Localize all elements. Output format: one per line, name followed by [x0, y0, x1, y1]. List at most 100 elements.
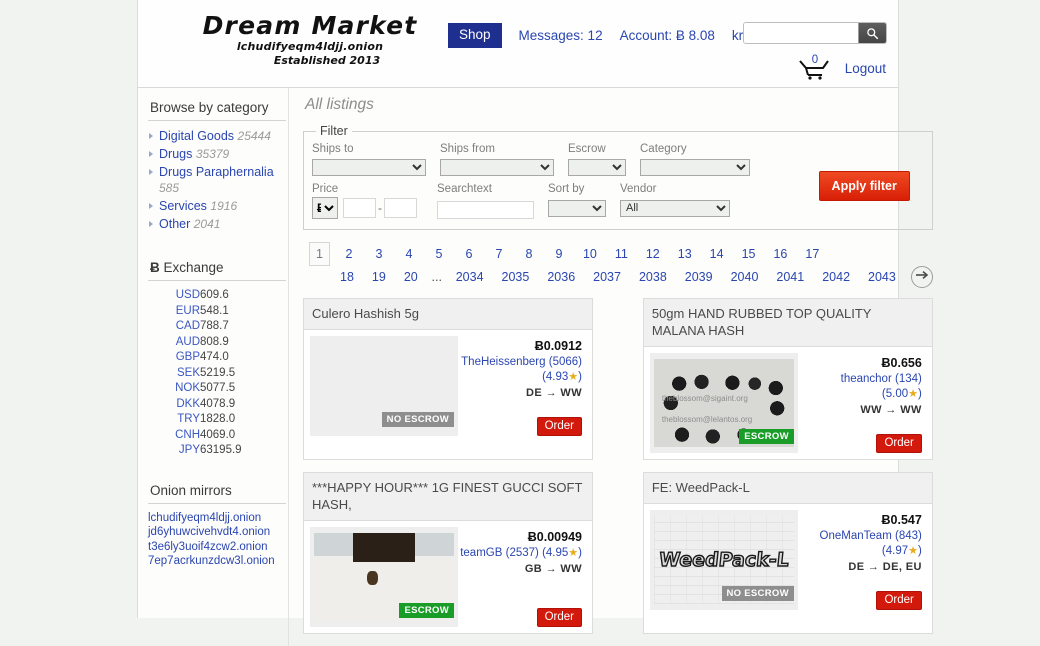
page-link[interactable]: 17	[803, 243, 821, 265]
rate-value: 63195.9	[200, 443, 242, 459]
order-button[interactable]: Order	[537, 417, 582, 436]
page-link[interactable]: 7	[491, 243, 507, 265]
sidebar-item-drugs-paraphernalia[interactable]: Drugs Paraphernalia 585	[148, 164, 288, 196]
page-link[interactable]: 15	[740, 243, 758, 265]
nav-shop-button[interactable]: Shop	[448, 23, 502, 48]
mirror-link[interactable]: lchudifyeqm4ldjj.onion	[148, 511, 288, 526]
apply-filter-button[interactable]: Apply filter	[819, 171, 910, 201]
listing-title[interactable]: ***HAPPY HOUR*** 1G FINEST GUCCI SOFT HA…	[304, 473, 592, 521]
ships-to-select[interactable]	[312, 159, 426, 176]
page-link[interactable]: 10	[581, 243, 599, 265]
listing-thumbnail[interactable]: WeedPack-L NO ESCROW	[650, 510, 798, 610]
page-link[interactable]: 19	[370, 266, 388, 288]
order-button[interactable]: Order	[876, 434, 921, 453]
page-link[interactable]: 16	[771, 243, 789, 265]
page-link[interactable]: 14	[708, 243, 726, 265]
page-link[interactable]: 2034	[454, 266, 486, 288]
page-link[interactable]: 9	[551, 243, 567, 265]
listing-card[interactable]: 50gm HAND RUBBED TOP QUALITY MALANA HASH…	[643, 298, 933, 460]
rate-value: 1828.0	[200, 412, 242, 428]
vendor-link[interactable]: theanchor	[841, 373, 892, 385]
page-link[interactable]: 11	[613, 243, 630, 265]
sidebar-item-label[interactable]: Drugs Paraphernalia	[159, 165, 274, 179]
sidebar-item-digital-goods[interactable]: Digital Goods 25444	[148, 128, 288, 144]
listing-title[interactable]: Culero Hashish 5g	[304, 299, 592, 330]
site-logo[interactable]: Dream Market lchudifyeqm4ldjj.onion Esta…	[150, 12, 470, 68]
order-button[interactable]: Order	[537, 608, 582, 627]
listing-card[interactable]: FE: WeedPack-L WeedPack-L NO ESCROW Ƀ0	[643, 472, 933, 634]
order-button[interactable]: Order	[876, 591, 921, 610]
spacer	[148, 234, 288, 258]
pagination-row-2: 18 19 20 ... 2034 2035 2036 2037 2038 20…	[331, 266, 933, 288]
vendor-link[interactable]: teamGB	[460, 547, 502, 559]
vendor-link[interactable]: TheHeissenberg	[461, 356, 545, 368]
sidebar-item-services[interactable]: Services 1916	[148, 198, 288, 214]
ships-to-label: Ships to	[312, 142, 426, 156]
sidebar-item-label[interactable]: Other	[159, 217, 190, 231]
mirror-link[interactable]: 7ep7acrkunzdcw3l.onion	[148, 554, 288, 569]
rating-close: )	[578, 371, 582, 383]
mirror-link[interactable]: t3e6ly3uoif4zcw2.onion	[148, 540, 288, 555]
page-link[interactable]: 5	[431, 243, 447, 265]
sidebar-item-label[interactable]: Digital Goods	[159, 129, 234, 143]
listing-price: Ƀ0.0912	[458, 338, 582, 355]
price-max-input[interactable]	[384, 198, 417, 218]
page-link[interactable]: 2	[341, 243, 357, 265]
listing-shipping: WW → WW	[798, 402, 922, 418]
listing-card[interactable]: ***HAPPY HOUR*** 1G FINEST GUCCI SOFT HA…	[303, 472, 593, 634]
page-link[interactable]: 13	[676, 243, 694, 265]
category-select[interactable]	[640, 159, 750, 176]
rate-currency: JPY	[166, 443, 200, 459]
page-link[interactable]: 20	[402, 266, 420, 288]
sidebar-item-other[interactable]: Other 2041	[148, 216, 288, 232]
vendor-link[interactable]: OneManTeam	[820, 530, 892, 542]
page-link[interactable]: 6	[461, 243, 477, 265]
listing-card[interactable]: Culero Hashish 5g NO ESCROW Ƀ0.0912 TheH…	[303, 298, 593, 460]
search-button[interactable]	[858, 23, 886, 43]
rate-value: 4069.0	[200, 428, 242, 444]
category-label: Category	[640, 142, 750, 156]
page-link[interactable]: 3	[371, 243, 387, 265]
page-link[interactable]: 2041	[774, 266, 806, 288]
listing-thumbnail[interactable]: theblossom@sigaint.org theblossom@lelant…	[650, 353, 798, 453]
page-link[interactable]: 2035	[500, 266, 532, 288]
listing-thumbnail[interactable]: NO ESCROW	[310, 336, 458, 436]
vendor-select[interactable]: All	[620, 200, 730, 217]
sidebar-item-drugs[interactable]: Drugs 35379	[148, 146, 288, 162]
page-link[interactable]: 2036	[545, 266, 577, 288]
listing-title[interactable]: FE: WeedPack-L	[644, 473, 932, 504]
nav-account-link[interactable]: Account: Ƀ 8.08	[620, 28, 715, 43]
filter-legend: Filter	[316, 124, 352, 138]
page-link[interactable]: 4	[401, 243, 417, 265]
search-input[interactable]	[744, 23, 858, 43]
page-link[interactable]: 2038	[637, 266, 669, 288]
table-row: GBP474.0	[166, 350, 242, 366]
page-link[interactable]: 2039	[683, 266, 715, 288]
page-link[interactable]: 2043	[866, 266, 898, 288]
page-link[interactable]: 8	[521, 243, 537, 265]
page-link[interactable]: 18	[338, 266, 356, 288]
page-link[interactable]: 2042	[820, 266, 852, 288]
escrow-select[interactable]	[568, 159, 626, 176]
vendor-sales: (843)	[895, 530, 922, 542]
listing-title[interactable]: 50gm HAND RUBBED TOP QUALITY MALANA HASH	[644, 299, 932, 347]
sidebar-item-label[interactable]: Services	[159, 199, 207, 213]
searchtext-input[interactable]	[437, 201, 534, 219]
pagination-next-button[interactable]	[911, 266, 933, 288]
page-link[interactable]: 2037	[591, 266, 623, 288]
price-currency-select[interactable]: Ƀ	[312, 197, 338, 219]
mirror-link[interactable]: jd6yhuwcivehvdt4.onion	[148, 525, 288, 540]
cart-button[interactable]: 0	[797, 56, 831, 80]
page-link[interactable]: 12	[644, 243, 662, 265]
price-min-input[interactable]	[343, 198, 376, 218]
sort-by-select[interactable]	[548, 200, 606, 217]
logout-link[interactable]: Logout	[845, 61, 886, 76]
ships-from-select[interactable]	[440, 159, 554, 176]
product-image: theblossom@sigaint.org theblossom@lelant…	[654, 359, 794, 447]
sidebar-item-label[interactable]: Drugs	[159, 147, 192, 161]
nav-messages-link[interactable]: Messages: 12	[519, 28, 603, 43]
page-link[interactable]: 2040	[729, 266, 761, 288]
ships-from-label: Ships from	[440, 142, 554, 156]
rate-currency: USD	[166, 288, 200, 304]
listing-thumbnail[interactable]: ESCROW	[310, 527, 458, 627]
